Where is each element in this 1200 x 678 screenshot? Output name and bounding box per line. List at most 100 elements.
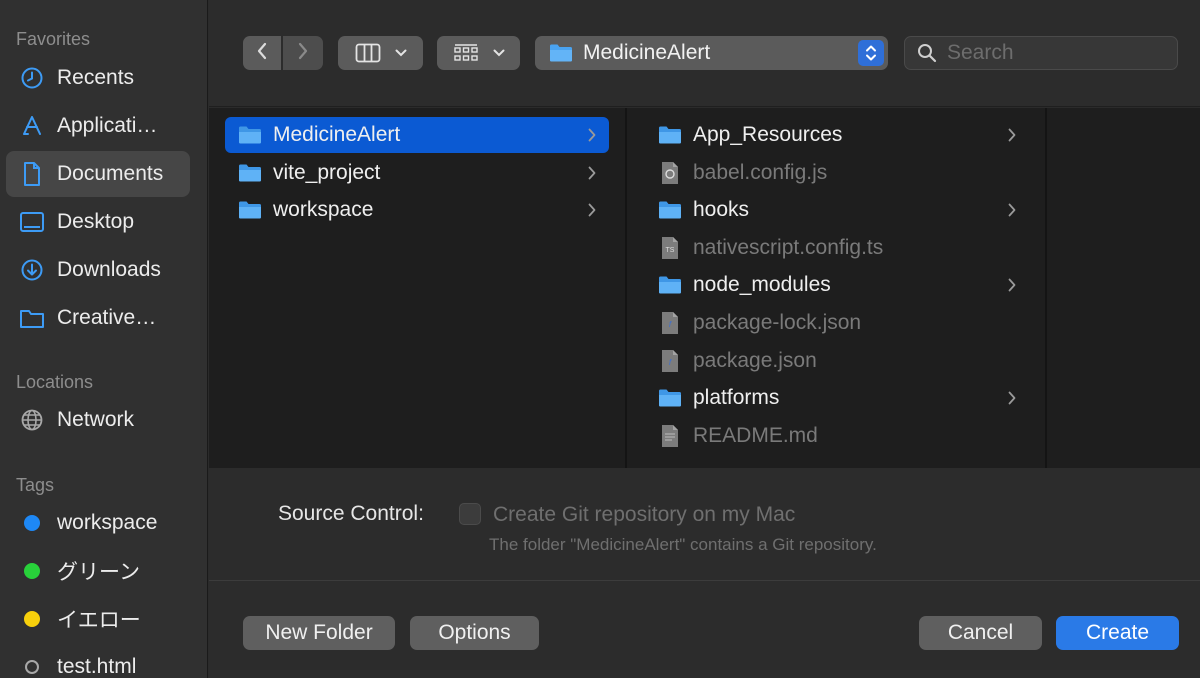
sidebar-item-label: Documents (57, 162, 164, 185)
search-field[interactable] (904, 36, 1178, 70)
sidebar-item-desktop[interactable]: Desktop (6, 199, 190, 245)
chevron-right-icon (587, 200, 597, 220)
chevron-right-icon (587, 125, 597, 145)
browser-column-1: MedicineAlert vite_project workspace (209, 108, 627, 468)
sidebar-item-label: Network (57, 408, 135, 431)
sidebar-item-downloads[interactable]: Downloads (6, 247, 190, 293)
folder-icon (657, 274, 683, 296)
group-by-button[interactable] (437, 36, 520, 70)
locations-heading: Locations (16, 372, 94, 392)
git-repo-note: The folder "MedicineAlert" contains a Gi… (489, 535, 877, 554)
sidebar-item-creative[interactable]: Creative… (6, 295, 190, 341)
file-icon: f (657, 349, 683, 372)
chevron-down-icon (395, 49, 407, 57)
options-button[interactable]: Options (410, 616, 539, 650)
desktop-icon (18, 208, 46, 236)
file-icon: f (657, 312, 683, 334)
item-name: nativescript.config.ts (693, 235, 884, 259)
folder-icon (237, 199, 263, 221)
sidebar-item-label: test.html (57, 655, 137, 678)
file-icon: TS (657, 236, 683, 259)
item-name: MedicineAlert (273, 123, 401, 146)
sidebar-item-label: Applicati… (57, 114, 158, 137)
folder-icon (237, 124, 263, 146)
sidebar-item-recents[interactable]: Recents (6, 55, 190, 101)
column-browser: MedicineAlert vite_project workspace App_R… (209, 108, 1200, 468)
chevron-left-icon (256, 41, 268, 66)
chevron-right-icon (1007, 200, 1017, 220)
sidebar-item-applications[interactable]: Applicati… (6, 103, 190, 149)
tag-color-dot (25, 660, 39, 674)
forward-button[interactable] (283, 36, 323, 70)
file-row[interactable]: f package-lock.json (645, 305, 1029, 341)
clock-icon (18, 64, 46, 92)
back-button[interactable] (243, 36, 281, 70)
location-label: MedicineAlert (583, 41, 711, 64)
file-row[interactable]: TS nativescript.config.ts (645, 230, 1029, 266)
sidebar-tag-green[interactable]: グリーン (6, 548, 190, 594)
columns-view-icon (355, 43, 381, 63)
folder-row[interactable]: node_modules (645, 267, 1029, 303)
search-icon (917, 43, 937, 63)
git-repo-checkbox[interactable] (459, 503, 481, 525)
sidebar-tag-test-html[interactable]: test.html (6, 644, 190, 678)
file-icon (657, 161, 683, 184)
item-name: babel.config.js (693, 160, 828, 184)
sidebar-item-network[interactable]: Network (6, 397, 190, 443)
sidebar-tag-yellow[interactable]: イエロー (6, 596, 190, 642)
sidebar-item-label: Desktop (57, 210, 135, 233)
file-row[interactable]: f package.json (645, 343, 1029, 379)
sidebar-tag-workspace[interactable]: workspace (6, 500, 190, 546)
file-row[interactable]: README.md (645, 418, 1029, 454)
item-name: node_modules (693, 273, 831, 297)
sidebar-item-label: グリーン (57, 561, 140, 584)
cancel-button[interactable]: Cancel (919, 616, 1042, 650)
up-down-chevron-icon (858, 40, 884, 66)
sidebar-item-documents[interactable]: Documents (6, 151, 190, 197)
browser-column-3 (1049, 108, 1200, 468)
folder-icon (18, 304, 46, 332)
folder-icon (657, 387, 683, 409)
folder-row[interactable]: hooks (645, 192, 1029, 228)
chevron-right-icon (587, 163, 597, 183)
new-folder-button[interactable]: New Folder (243, 616, 395, 650)
create-button[interactable]: Create (1056, 616, 1179, 650)
chevron-right-icon (1007, 125, 1017, 145)
folder-row[interactable]: workspace (225, 192, 609, 228)
favorites-heading: Favorites (16, 29, 91, 49)
item-name: App_Resources (693, 123, 843, 146)
browser-column-2: App_Resources babel.config.js hooks TS nativ… (629, 108, 1047, 468)
download-icon (18, 256, 46, 284)
sidebar: Favorites Recents Applicati… Documents D… (0, 0, 208, 678)
item-name: package.json (693, 348, 817, 372)
folder-icon (657, 199, 683, 221)
folder-icon (657, 124, 683, 146)
tag-color-dot (24, 611, 40, 627)
svg-text:TS: TS (666, 247, 675, 254)
view-mode-button[interactable] (338, 36, 423, 70)
source-control-label: Source Control: (278, 502, 424, 525)
sidebar-item-label: Creative… (57, 306, 157, 329)
grid-group-icon (453, 43, 479, 63)
git-repo-checkbox-label: Create Git repository on my Mac (493, 503, 796, 526)
sidebar-item-label: Recents (57, 66, 135, 89)
tags-heading: Tags (16, 475, 55, 495)
folder-icon (237, 162, 263, 184)
folder-icon (549, 43, 573, 63)
search-input[interactable] (947, 41, 1147, 65)
tag-color-dot (24, 515, 40, 531)
item-name: package-lock.json (693, 311, 862, 334)
folder-row[interactable]: App_Resources (645, 117, 1029, 153)
folder-row[interactable]: platforms (645, 380, 1029, 416)
sidebar-item-label: workspace (57, 511, 158, 534)
globe-icon (18, 406, 46, 434)
item-name: vite_project (273, 160, 381, 184)
folder-row[interactable]: vite_project (225, 155, 609, 191)
location-popup[interactable]: MedicineAlert (535, 36, 888, 70)
sidebar-item-label: Downloads (57, 258, 161, 281)
item-name: platforms (693, 386, 780, 410)
file-icon (657, 424, 683, 447)
file-row[interactable]: babel.config.js (645, 155, 1029, 191)
sidebar-item-label: イエロー (57, 609, 141, 632)
folder-row[interactable]: MedicineAlert (225, 117, 609, 153)
